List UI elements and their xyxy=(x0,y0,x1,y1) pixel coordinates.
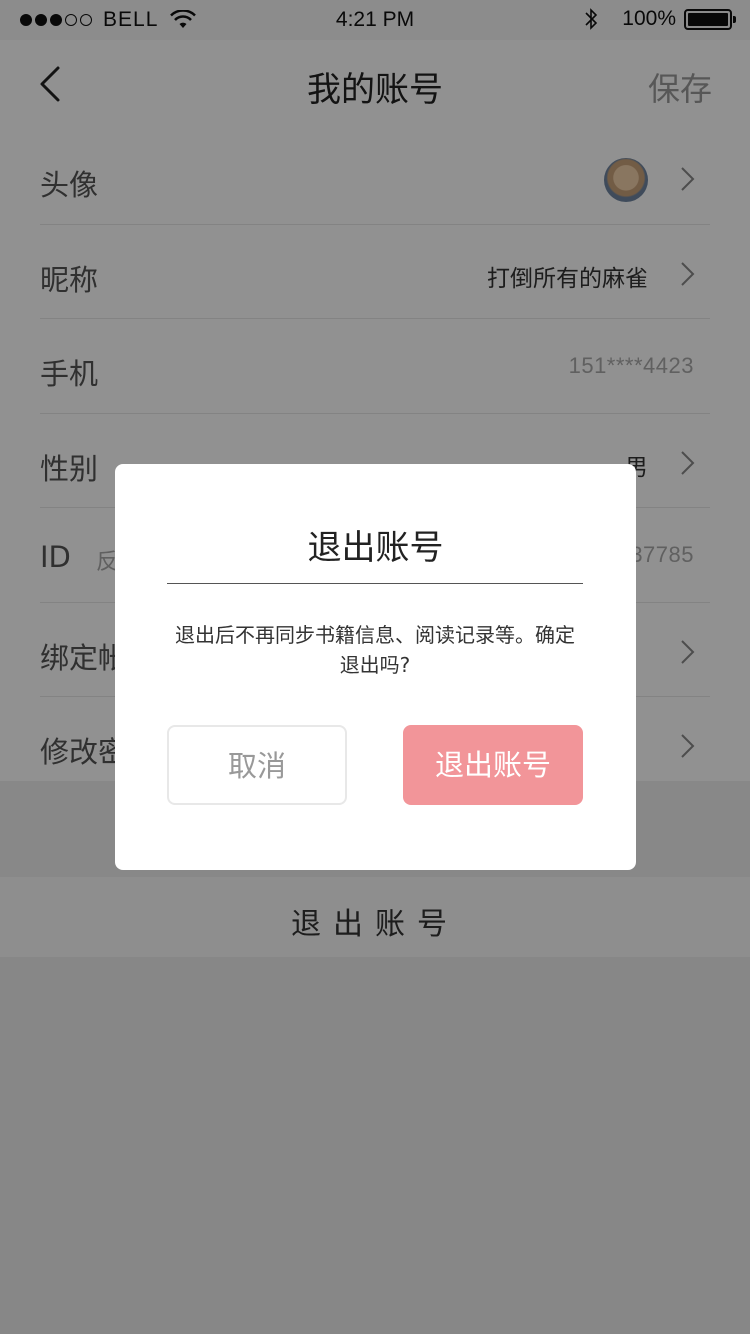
cancel-button[interactable]: 取消 xyxy=(167,725,347,805)
dialog-title: 退出账号 xyxy=(307,528,444,568)
logout-confirm-dialog: 退出账号 退出后不再同步书籍信息、阅读记录等。确定退出吗? 取消 退出账号 xyxy=(115,464,636,870)
dialog-message: 退出后不再同步书籍信息、阅读记录等。确定退出吗? xyxy=(175,623,575,677)
confirm-logout-button[interactable]: 退出账号 xyxy=(403,725,583,805)
dialog-divider xyxy=(167,583,583,584)
